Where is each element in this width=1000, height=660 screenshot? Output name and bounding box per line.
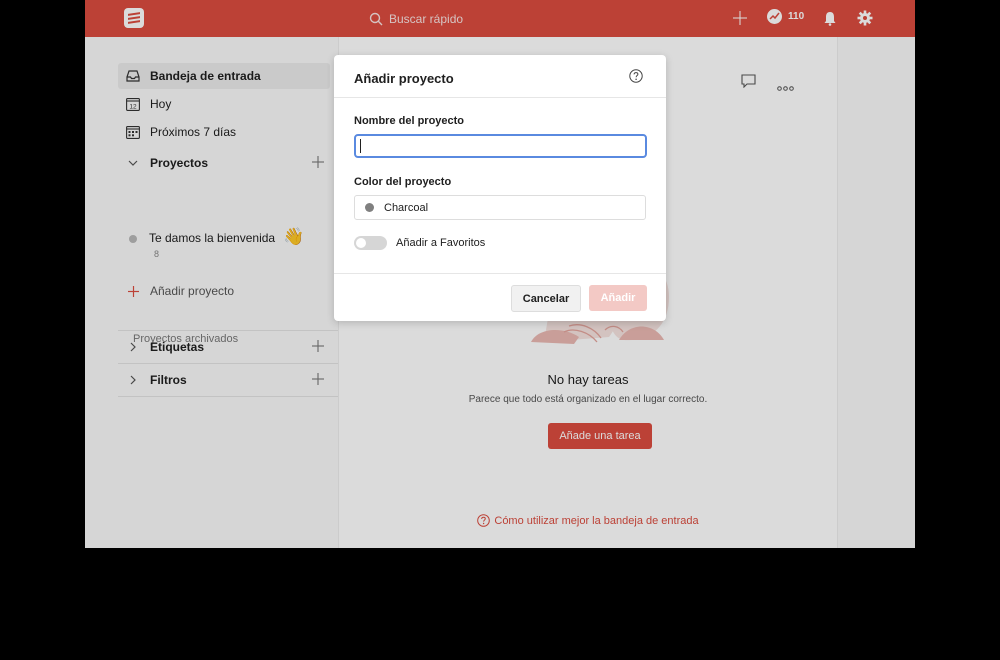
- cancel-button[interactable]: Cancelar: [511, 285, 581, 312]
- favorite-toggle[interactable]: [354, 236, 387, 250]
- project-name-input[interactable]: [354, 134, 647, 158]
- text-caret: [360, 139, 361, 153]
- selected-color-name: Charcoal: [384, 201, 429, 214]
- toggle-knob: [356, 238, 366, 248]
- app-window: Buscar rápido 110 Bandeja de entrada 12 …: [85, 0, 915, 548]
- help-icon[interactable]: [629, 69, 643, 88]
- project-color-select[interactable]: Charcoal: [354, 195, 646, 220]
- favorite-toggle-row[interactable]: Añadir a Favoritos: [354, 236, 485, 250]
- add-project-dialog: Añadir proyecto Nombre del proyecto Colo…: [334, 55, 666, 321]
- favorite-label: Añadir a Favoritos: [396, 237, 486, 249]
- dialog-header: Añadir proyecto: [334, 55, 666, 98]
- add-button[interactable]: Añadir: [589, 285, 647, 311]
- dialog-title: Añadir proyecto: [354, 71, 454, 86]
- dialog-footer-divider: [334, 273, 666, 274]
- color-swatch: [365, 203, 374, 212]
- project-name-label: Nombre del proyecto: [354, 115, 465, 127]
- project-color-label: Color del proyecto: [354, 176, 452, 188]
